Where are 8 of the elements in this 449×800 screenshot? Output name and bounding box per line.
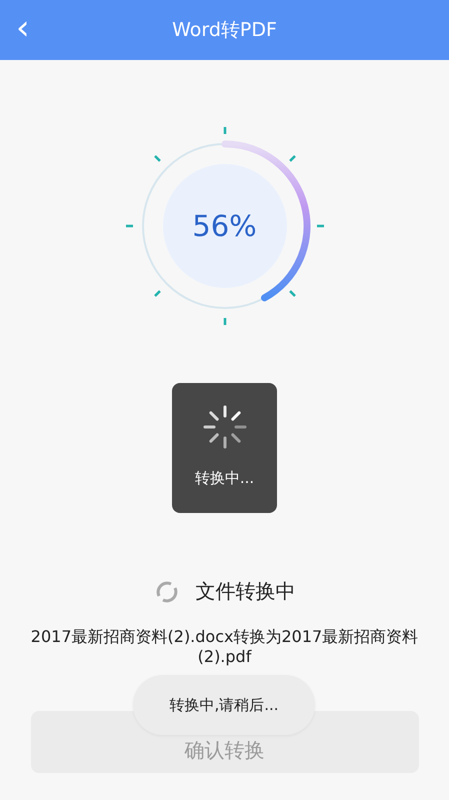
- page-title: Word转PDF: [172, 18, 277, 43]
- conversion-description: 2017最新招商资料(2).docx转换为2017最新招商资料(2).pdf: [30, 627, 420, 667]
- loading-label: 转换中...: [194, 469, 254, 488]
- refresh-icon: [154, 578, 180, 604]
- progress-percent: 56%: [191, 208, 258, 244]
- back-button[interactable]: ‹: [12, 8, 34, 48]
- progress-toast: 转换中,请稍后...: [133, 675, 315, 735]
- status-text: 文件转换中: [196, 578, 296, 605]
